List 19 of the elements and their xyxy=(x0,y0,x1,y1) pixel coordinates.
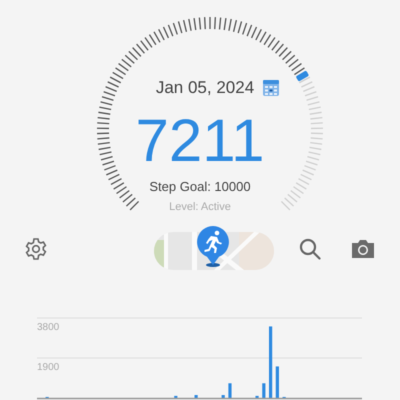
search-icon[interactable] xyxy=(298,237,322,261)
bar xyxy=(174,396,178,398)
bar xyxy=(269,326,272,398)
axis-label: 3800 xyxy=(37,322,60,333)
bar xyxy=(228,383,232,398)
running-person-pin-icon[interactable] xyxy=(196,225,230,267)
activity-level-label: Level: Active xyxy=(169,200,231,215)
step-goal-label: Step Goal: 10000 xyxy=(149,178,251,196)
bar xyxy=(255,396,259,398)
date-label: Jan 05, 2024 xyxy=(156,77,254,99)
bar xyxy=(262,383,266,398)
bar xyxy=(276,366,279,398)
settings-icon[interactable] xyxy=(24,237,48,261)
camera-icon[interactable] xyxy=(350,238,376,260)
bar xyxy=(222,395,225,398)
axis-label: 1900 xyxy=(37,362,60,373)
bar xyxy=(194,395,198,398)
step-count: 7211 xyxy=(135,110,265,170)
calendar-icon[interactable] xyxy=(262,78,280,97)
